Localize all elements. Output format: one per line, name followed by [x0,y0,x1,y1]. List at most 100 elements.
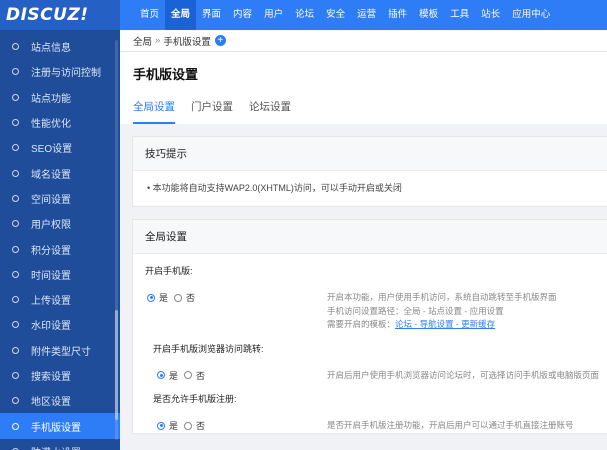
radio-label: 是 [159,293,169,303]
breadcrumb-root[interactable]: 全局 [133,34,152,48]
sidebar-item[interactable]: 注册与访问控制 [0,59,120,84]
top-nav-item[interactable]: 界面 [196,0,227,30]
circle-bullet-icon [12,220,19,228]
top-nav-item[interactable]: 内容 [227,0,258,30]
radio-enable-mobile-no[interactable]: 否 [174,291,195,304]
sidebar-item[interactable]: SEO设置 [0,135,120,160]
sidebar-item-label: 注册与访问控制 [31,68,101,80]
top-nav-item[interactable]: 模板 [413,0,444,30]
sidebar-item-label: 站点功能 [31,93,71,105]
description-prefix: 需要开启的模板： [327,319,396,329]
sidebar-item-label: 地区设置 [31,397,71,409]
radio-circle-checked[interactable] [157,371,165,379]
sidebar-item-label: 防灌水设置 [31,444,81,450]
logo-text: DISCUZ! [6,5,89,25]
sidebar-item-label: SEO设置 [31,144,73,156]
sidebar-item[interactable]: 防灌水设置 [0,439,120,450]
radio-mobile-register-no[interactable]: 否 [184,419,205,432]
settings-tab[interactable]: 论坛设置 [249,99,291,124]
radio-label: 是 [169,421,179,431]
sidebar-item[interactable]: 站点功能 [0,85,120,110]
logo[interactable]: DISCUZ! [0,0,120,30]
page-title: 手机版设置 [133,67,199,82]
radio-browser-redirect-no[interactable]: 否 [184,369,205,382]
field-enable-mobile-label: 开启手机版: [145,266,193,276]
sidebar-item[interactable]: 性能优化 [0,110,120,135]
sidebar-item[interactable]: 时间设置 [0,262,120,287]
sidebar-scrollbar-thumb[interactable] [115,310,118,420]
circle-bullet-icon [12,144,19,152]
field-mobile-register: 是 否 是否开启手机版注册功能，开启后用户可以通过手机直接注册账号 [133,405,607,433]
sidebar-scrollbar[interactable] [115,40,118,440]
sidebar-item[interactable]: 水印设置 [0,312,120,337]
sidebar-item-label: 域名设置 [31,169,71,181]
description-line: 手机访问设置路径：全局 - 站点设置 - 应用设置 [327,305,504,316]
circle-bullet-icon [12,169,19,177]
radio-circle[interactable] [174,293,183,302]
radio-circle[interactable] [184,371,193,379]
sidebar-item-label: 时间设置 [31,270,71,282]
radio-mobile-register-yes[interactable]: 是 [157,419,178,432]
description-link[interactable]: 论坛 - 导航设置 - 更新缓存 [395,319,495,329]
main-content: 手机版设置 全局设置 门户设置 论坛设置 技巧提示 • 本功能将自动支持WAP2.0… [120,52,607,450]
settings-tab[interactable]: 全局设置 [133,99,175,124]
sidebar-item[interactable]: 站点信息 [0,34,120,59]
radio-browser-redirect-yes[interactable]: 是 [157,369,178,382]
top-nav-item[interactable]: 工具 [444,0,475,30]
top-nav-item[interactable]: 运营 [351,0,382,30]
sidebar-item[interactable]: 上传设置 [0,287,120,312]
sidebar-item[interactable]: 手机版设置 [0,413,120,439]
field-mobile-register-description: 是否开启手机版注册功能，开启后用户可以通过手机直接注册账号 [327,420,574,430]
sidebar-item[interactable]: 附件类型尺寸 [0,338,120,363]
sidebar-item[interactable]: 地区设置 [0,388,120,413]
description-line: 需要开启的模板：论坛 - 导航设置 - 更新缓存 [327,318,557,332]
top-nav-item[interactable]: 安全 [320,0,351,30]
radio-enable-mobile-yes[interactable]: 是 [147,291,168,304]
top-nav-item[interactable]: 论坛 [289,0,320,30]
sidebar-menu: 站点信息注册与访问控制 站点功能性能优化 SEO设置域名设置空间设置用户权限积分设置… [0,34,120,450]
global-settings-panel: 全局设置 开启手机版: 是 否 开启本功能，用户使用手机访问，系统自动跳转至手机… [132,219,607,434]
sidebar-item[interactable]: 积分设置 [0,236,120,261]
circle-bullet-icon [12,346,19,354]
circle-bullet-icon [12,68,19,76]
tips-panel: 技巧提示 • 本功能将自动支持WAP2.0(XHTML)访问，可以手动开启或关闭 [132,136,607,207]
sidebar-item-label: 空间设置 [31,194,71,206]
sidebar-item-label: 上传设置 [31,296,71,308]
circle-bullet-icon [12,296,19,304]
sidebar-item[interactable]: 空间设置 [0,186,120,211]
sidebar-item-label: 搜索设置 [31,372,71,383]
top-nav-item[interactable]: 用户 [258,0,289,30]
field-enable-mobile-description: 开启本功能，用户使用手机访问，系统自动跳转至手机版界面 手机访问设置路径：全局 … [327,291,557,332]
description-line: 开启本功能，用户使用手机访问，系统自动跳转至手机版界面 [327,292,557,302]
field-enable-mobile-radios: 是 否 [147,291,327,332]
sidebar-item[interactable]: 用户权限 [0,211,120,236]
sidebar-item[interactable]: 搜索设置 [0,363,120,388]
global-settings-title: 全局设置 [133,220,607,254]
top-nav-item[interactable]: 插件 [382,0,413,30]
radio-circle-checked[interactable] [157,421,165,430]
field-browser-redirect-description: 开启后用户使用手机浏览器访问论坛时，可选择访问手机版或电脑版页面 [327,369,600,380]
settings-tab[interactable]: 门户设置 [191,99,233,124]
field-mobile-register-radios: 是 否 [157,419,327,433]
radio-circle[interactable] [184,421,193,430]
radio-label: 否 [186,293,196,303]
circle-bullet-icon [12,321,19,329]
top-nav-item[interactable]: 首页 [134,0,165,30]
circle-bullet-icon [12,270,19,278]
circle-bullet-icon [12,422,19,430]
radio-circle-checked[interactable] [147,293,155,302]
plus-icon[interactable]: + [214,35,226,46]
field-browser-redirect-radios: 是 否 [157,369,327,383]
sidebar-item-label: 积分设置 [31,245,71,257]
sidebar-item-label: 水印设置 [31,321,71,333]
circle-bullet-icon [12,93,19,101]
radio-label: 是 [169,370,179,381]
circle-bullet-icon [12,119,19,127]
top-nav-item[interactable]: 应用中心 [506,0,556,30]
top-nav-item[interactable]: 站长 [475,0,506,30]
top-nav-item[interactable]: 全局 [165,0,197,30]
breadcrumb-current: 手机版设置 [163,36,211,48]
field-enable-mobile: 是 否 开启本功能，用户使用手机访问，系统自动跳转至手机版界面 手机访问设置路径… [133,277,607,332]
sidebar-item-label: 附件类型尺寸 [31,346,91,358]
sidebar-item[interactable]: 域名设置 [0,160,120,185]
